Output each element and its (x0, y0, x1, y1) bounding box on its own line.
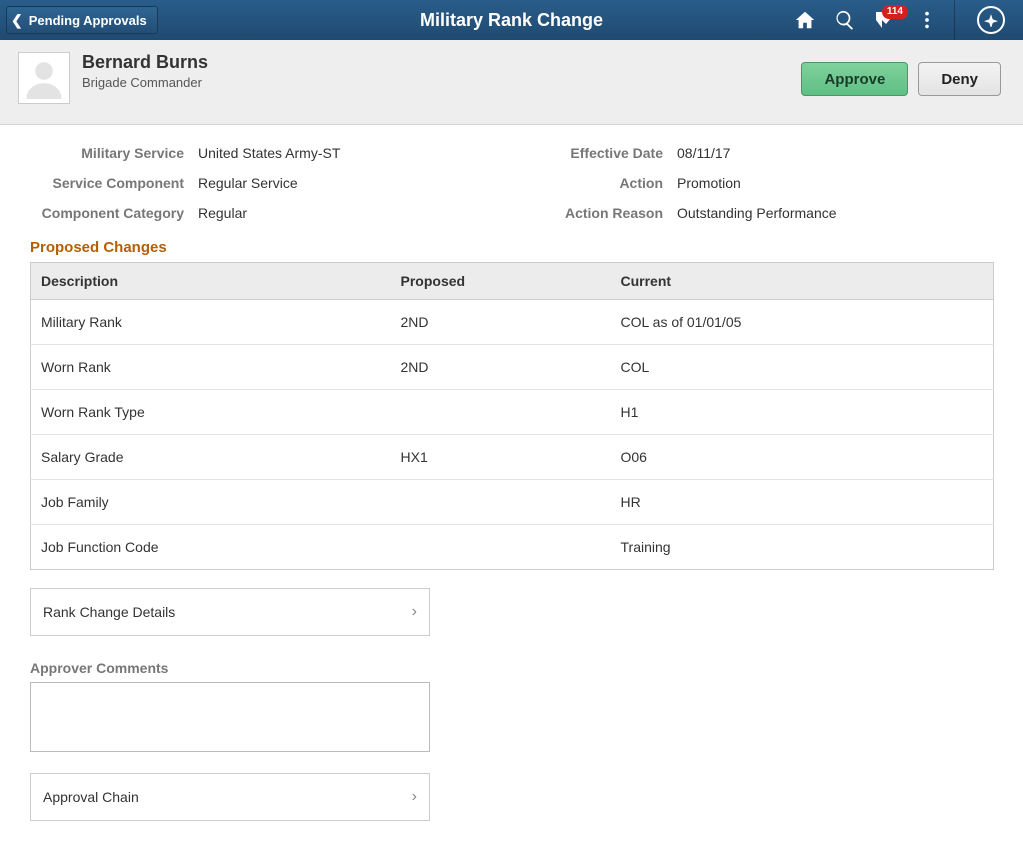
action-value: Promotion (677, 175, 980, 191)
component-category-label: Component Category (30, 205, 190, 221)
separator (954, 0, 955, 40)
back-button[interactable]: ❮ Pending Approvals (6, 6, 158, 34)
table-row: Military Rank 2ND COL as of 01/01/05 (31, 300, 994, 345)
banner-actions: 114 (792, 0, 1023, 40)
details-grid: Military Service United States Army-ST E… (30, 145, 980, 221)
rank-change-details-link[interactable]: Rank Change Details › (30, 588, 430, 636)
approver-comments-label: Approver Comments (30, 660, 1003, 676)
action-label: Action (509, 175, 669, 191)
top-banner: ❮ Pending Approvals Military Rank Change… (0, 0, 1023, 40)
table-row: Worn Rank 2ND COL (31, 345, 994, 390)
cell-description: Worn Rank (31, 345, 391, 390)
cell-description: Salary Grade (31, 435, 391, 480)
table-row: Salary Grade HX1 O06 (31, 435, 994, 480)
link-label: Approval Chain (43, 789, 139, 805)
cell-current: HR (611, 480, 994, 525)
military-service-label: Military Service (30, 145, 190, 161)
avatar (18, 52, 70, 104)
proposed-changes-table: Description Proposed Current Military Ra… (30, 262, 994, 570)
action-buttons: Approve Deny (801, 62, 1001, 96)
cell-description: Military Rank (31, 300, 391, 345)
more-icon[interactable] (914, 7, 940, 33)
approve-button[interactable]: Approve (801, 62, 908, 96)
cell-description: Job Function Code (31, 525, 391, 570)
service-component-label: Service Component (30, 175, 190, 191)
back-label: Pending Approvals (29, 13, 147, 28)
deny-button[interactable]: Deny (918, 62, 1001, 96)
chevron-left-icon: ❮ (11, 13, 23, 27)
person-header: Bernard Burns Brigade Commander Approve … (0, 40, 1023, 125)
effective-date-value: 08/11/17 (677, 145, 980, 161)
cell-description: Worn Rank Type (31, 390, 391, 435)
cell-current: COL (611, 345, 994, 390)
military-service-value: United States Army-ST (198, 145, 501, 161)
search-icon[interactable] (832, 7, 858, 33)
cell-proposed (391, 480, 611, 525)
person-role: Brigade Commander (82, 75, 208, 90)
table-row: Job Function Code Training (31, 525, 994, 570)
content-area: Military Service United States Army-ST E… (0, 125, 1023, 848)
cell-current: H1 (611, 390, 994, 435)
navigator-icon[interactable] (969, 0, 1013, 40)
cell-proposed: HX1 (391, 435, 611, 480)
col-description: Description (31, 263, 391, 300)
action-reason-value: Outstanding Performance (677, 205, 980, 221)
component-category-value: Regular (198, 205, 501, 221)
col-proposed: Proposed (391, 263, 611, 300)
cell-proposed (391, 525, 611, 570)
chevron-right-icon: › (412, 788, 417, 806)
chevron-right-icon: › (412, 603, 417, 621)
proposed-changes-title: Proposed Changes (30, 239, 1003, 256)
col-current: Current (611, 263, 994, 300)
effective-date-label: Effective Date (509, 145, 669, 161)
table-row: Worn Rank Type H1 (31, 390, 994, 435)
link-label: Rank Change Details (43, 604, 175, 620)
cell-description: Job Family (31, 480, 391, 525)
cell-proposed: 2ND (391, 345, 611, 390)
action-reason-label: Action Reason (509, 205, 669, 221)
service-component-value: Regular Service (198, 175, 501, 191)
person-info: Bernard Burns Brigade Commander (82, 52, 208, 90)
home-icon[interactable] (792, 7, 818, 33)
approval-chain-link[interactable]: Approval Chain › (30, 773, 430, 821)
table-header-row: Description Proposed Current (31, 263, 994, 300)
approver-comments-input[interactable] (30, 682, 430, 752)
cell-current: O06 (611, 435, 994, 480)
person-name: Bernard Burns (82, 52, 208, 73)
cell-current: Training (611, 525, 994, 570)
notification-badge: 114 (882, 5, 908, 19)
table-row: Job Family HR (31, 480, 994, 525)
cell-proposed (391, 390, 611, 435)
notifications-icon[interactable]: 114 (872, 7, 900, 33)
cell-proposed: 2ND (391, 300, 611, 345)
cell-current: COL as of 01/01/05 (611, 300, 994, 345)
